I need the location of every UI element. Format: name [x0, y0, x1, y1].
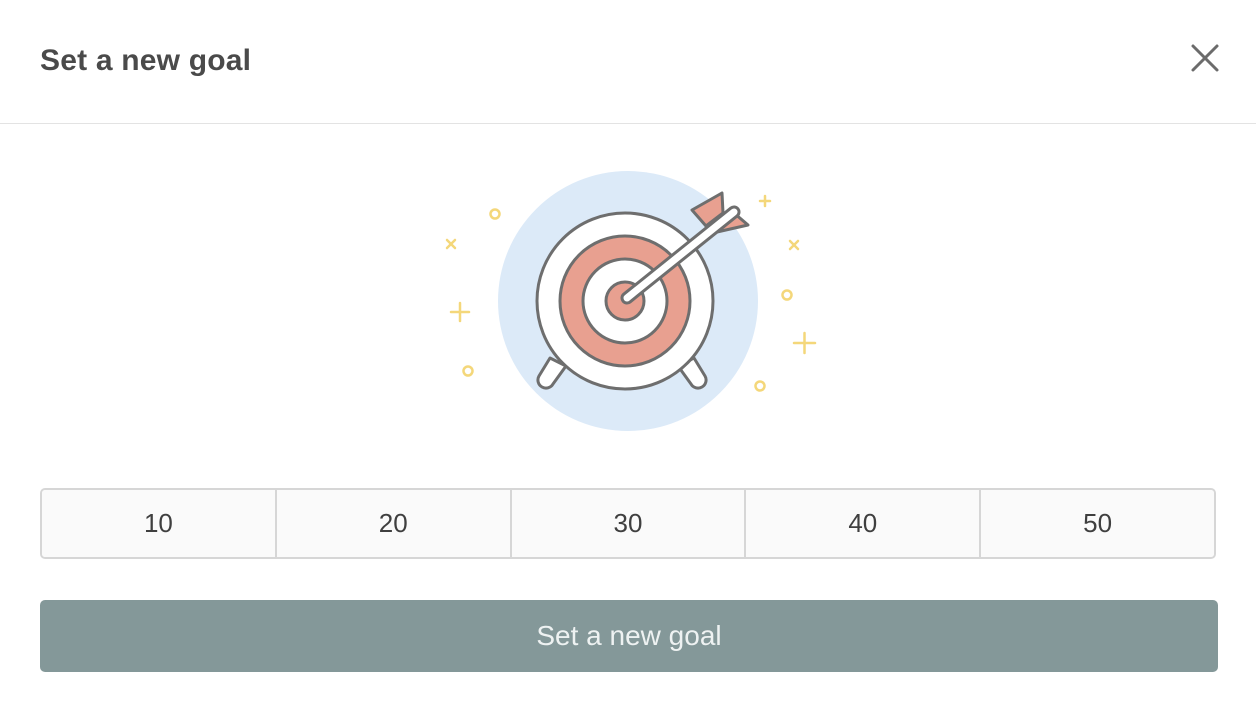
set-goal-dialog: Set a new goal 10 20 30 40 50 Set a new … — [0, 0, 1256, 708]
goal-option-50[interactable]: 50 — [981, 490, 1214, 557]
goal-option-10[interactable]: 10 — [42, 490, 277, 557]
target-illustration — [438, 168, 822, 436]
goal-options: 10 20 30 40 50 — [40, 488, 1216, 559]
goal-option-20[interactable]: 20 — [276, 490, 512, 557]
goal-option-40[interactable]: 40 — [746, 490, 982, 557]
dialog-title: Set a new goal — [40, 44, 252, 77]
target-with-arrow-icon — [445, 171, 817, 431]
set-goal-button[interactable]: Set a new goal — [40, 600, 1218, 672]
close-button[interactable] — [1186, 39, 1224, 77]
close-icon — [1191, 44, 1219, 72]
dialog-header: Set a new goal — [0, 0, 1256, 124]
goal-option-30[interactable]: 30 — [511, 490, 747, 557]
